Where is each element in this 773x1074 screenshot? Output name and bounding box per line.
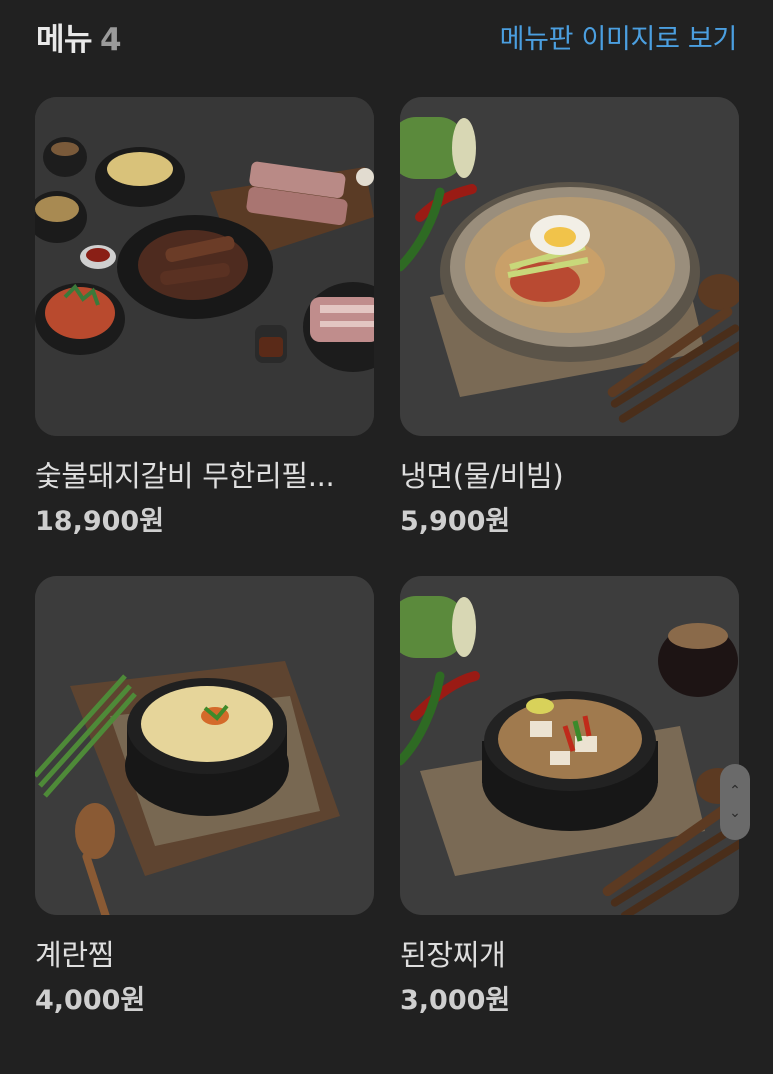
naengmyeon-bowl-image (400, 97, 739, 436)
chevron-down-icon[interactable]: ⌄ (729, 806, 741, 820)
pork-galbi-spread-image (35, 97, 374, 436)
menu-item-price: 5,900원 (400, 506, 511, 537)
menu-item-name: 된장찌개 (400, 938, 506, 972)
menu-count: 4 (100, 21, 122, 58)
menu-item-image[interactable] (35, 97, 374, 436)
menu-item-name: 숯불돼지갈비 무한리필... (35, 459, 335, 493)
menu-item-price: 3,000원 (400, 985, 511, 1016)
chevron-up-icon[interactable]: ⌃ (729, 784, 741, 798)
menu-item-name: 냉면(물/비빔) (400, 459, 564, 493)
view-menu-board-link[interactable]: 메뉴판 이미지로 보기 (500, 17, 738, 56)
menu-item-name: 계란찜 (35, 938, 115, 972)
menu-item-price: 18,900원 (35, 506, 165, 537)
menu-item-image[interactable] (400, 97, 739, 436)
menu-item-image[interactable] (35, 576, 374, 915)
scroll-handle[interactable]: ⌃ ⌄ (720, 764, 750, 840)
menu-grid: 숯불돼지갈비 무한리필... 18,900원 냉면(물/비빔) 5,900원 계… (35, 97, 739, 1019)
menu-item-card[interactable]: 냉면(물/비빔) 5,900원 (400, 97, 739, 540)
doenjang-stew-pot-image (400, 576, 739, 915)
menu-item-image[interactable] (400, 576, 739, 915)
menu-item-card[interactable]: 계란찜 4,000원 (35, 576, 374, 1019)
steamed-egg-pot-image (35, 576, 374, 915)
menu-item-price: 4,000원 (35, 985, 146, 1016)
menu-header: 메뉴 4 메뉴판 이미지로 보기 (36, 12, 737, 60)
menu-item-card[interactable]: 숯불돼지갈비 무한리필... 18,900원 (35, 97, 374, 540)
menu-section-title: 메뉴 4 (36, 14, 122, 59)
menu-item-card[interactable]: 된장찌개 3,000원 (400, 576, 739, 1019)
menu-title-label: 메뉴 (36, 21, 93, 58)
